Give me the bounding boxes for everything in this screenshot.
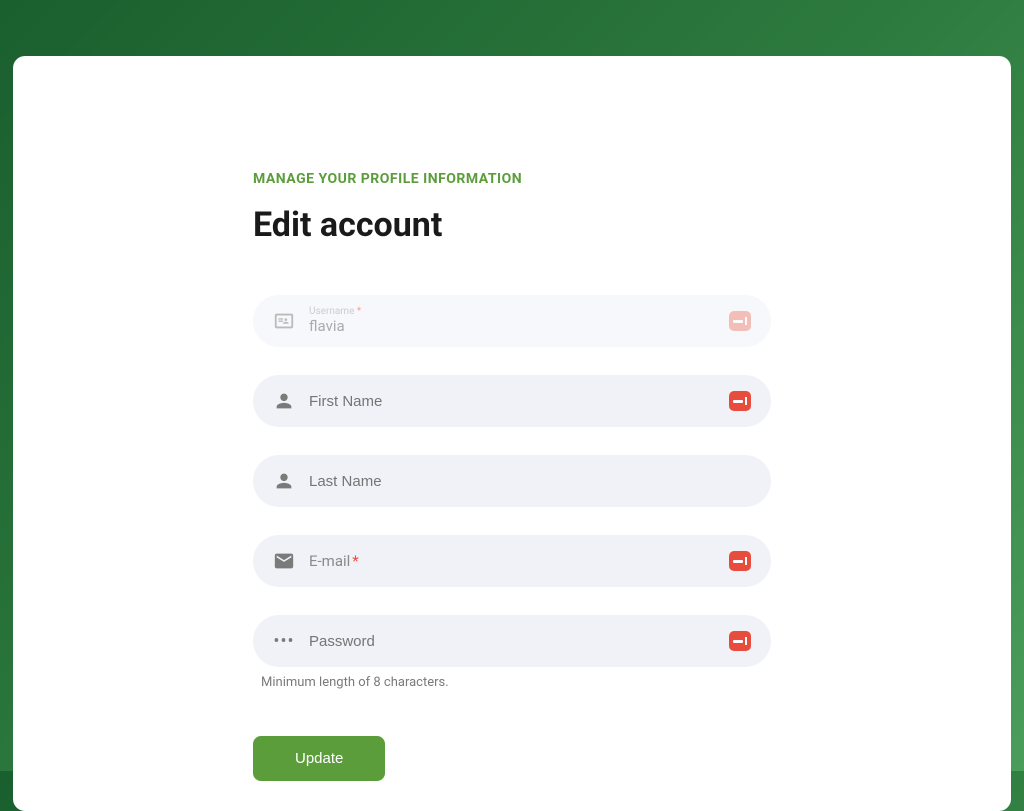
email-placeholder: E-mail*	[309, 552, 719, 570]
password-input[interactable]	[309, 633, 719, 650]
password-helper: Minimum length of 8 characters.	[253, 675, 771, 690]
last-name-input[interactable]	[309, 473, 751, 490]
mail-icon	[273, 550, 295, 572]
update-button[interactable]: Update	[253, 736, 385, 781]
username-label: Username *	[309, 307, 719, 317]
password-manager-icon[interactable]	[729, 391, 751, 411]
password-manager-icon[interactable]	[729, 551, 751, 571]
account-edit-card: MANAGE YOUR PROFILE INFORMATION Edit acc…	[13, 56, 1011, 811]
password-field-wrapper: ••• Minimum length of 8 characters.	[253, 615, 771, 690]
last-name-field[interactable]	[253, 455, 771, 507]
dots-icon: •••	[273, 630, 295, 652]
email-field-wrapper: E-mail*	[253, 535, 771, 587]
password-field[interactable]: •••	[253, 615, 771, 667]
username-value: flavia	[309, 317, 719, 335]
email-field[interactable]: E-mail*	[253, 535, 771, 587]
password-manager-icon[interactable]	[729, 631, 751, 651]
page-subtitle: MANAGE YOUR PROFILE INFORMATION	[253, 171, 771, 187]
person-icon	[273, 390, 295, 412]
page-title: Edit account	[253, 205, 771, 245]
id-card-icon	[273, 310, 295, 332]
first-name-field-wrapper	[253, 375, 771, 427]
first-name-field[interactable]	[253, 375, 771, 427]
first-name-input[interactable]	[309, 393, 719, 410]
username-field: Username * flavia	[253, 295, 771, 347]
password-manager-icon[interactable]	[729, 311, 751, 331]
last-name-field-wrapper	[253, 455, 771, 507]
username-field-wrapper: Username * flavia	[253, 295, 771, 347]
person-icon	[273, 470, 295, 492]
